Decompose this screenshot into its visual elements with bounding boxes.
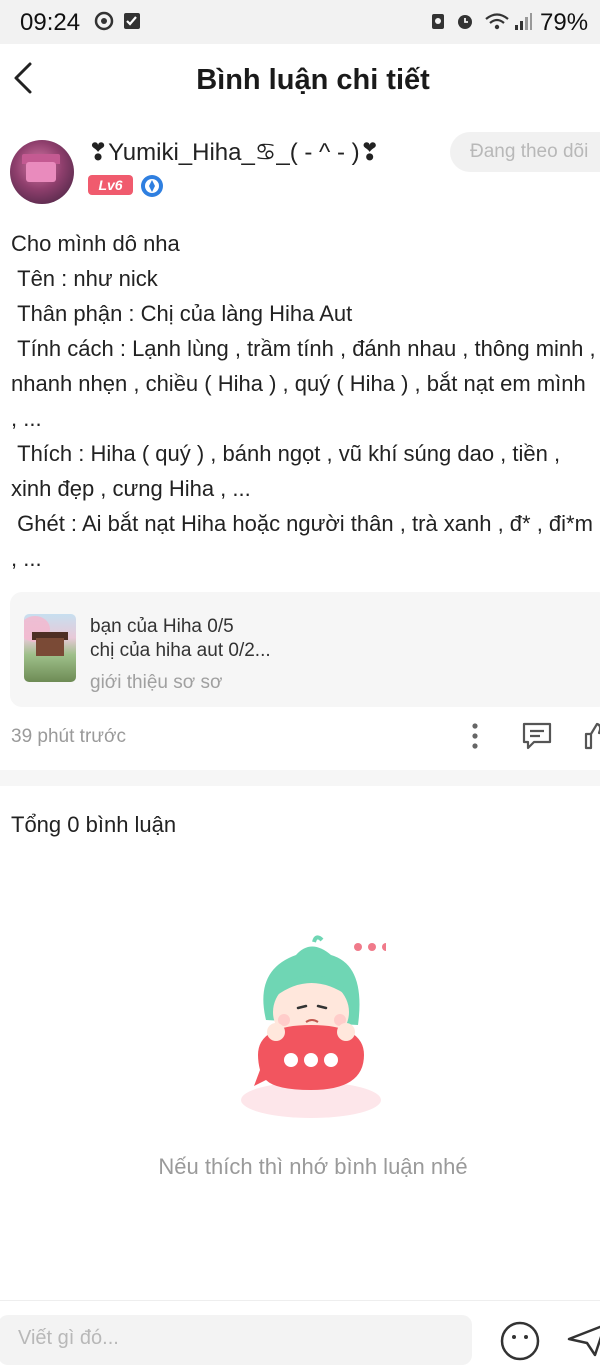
card-title-line1: bạn của Hiha 0/5	[90, 616, 234, 637]
thumbnail-pagoda	[36, 638, 64, 656]
comment-composer-bar: Viết gì đó...	[0, 1300, 600, 1365]
level-badge: Lv6	[88, 175, 133, 195]
author-username[interactable]: ❣Yumiki_Hiha_♋_( - ^ - )❣	[88, 138, 380, 167]
avatar-house	[26, 162, 56, 182]
comment-input[interactable]: Viết gì đó...	[0, 1315, 472, 1365]
comment-count: Tổng 0 bình luận	[11, 812, 177, 837]
signal-icon	[515, 13, 532, 30]
status-bar: 09:24 79%	[0, 0, 600, 44]
like-thumb-icon[interactable]	[582, 720, 600, 752]
checkbox-notification-icon	[124, 13, 140, 29]
post-timestamp: 39 phút trước	[11, 726, 126, 747]
more-options-icon[interactable]	[462, 722, 488, 750]
status-time: 09:24	[20, 9, 81, 36]
card-subtitle: giới thiệu sơ sơ	[90, 672, 223, 693]
battery-percent: 79%	[540, 9, 589, 36]
comment-icon[interactable]	[520, 720, 554, 752]
empty-comments-mascot-illustration	[241, 935, 386, 1118]
avatar[interactable]	[10, 140, 74, 204]
chrome-icon	[94, 11, 114, 31]
page-title: Bình luận chi tiết	[196, 64, 430, 96]
card-title-line2: chị của hiha aut 0/2...	[90, 640, 271, 661]
app-header: Bình luận chi tiết	[0, 44, 600, 116]
wifi-icon	[485, 13, 509, 30]
linked-story-card[interactable]: bạn của Hiha 0/5 chị của hiha aut 0/2...…	[10, 592, 600, 707]
empty-comments-text: Nếu thích thì nhớ bình luận nhé	[158, 1154, 468, 1179]
lock-sync-icon	[432, 14, 444, 29]
alarm-icon	[458, 15, 472, 29]
section-divider	[0, 770, 600, 786]
post-content: Cho mình dô nha Tên : như nick Thân phận…	[11, 231, 596, 571]
send-icon[interactable]	[565, 1321, 600, 1357]
following-button[interactable]: Đang theo dõi	[450, 132, 600, 172]
emoji-icon[interactable]	[498, 1319, 542, 1363]
story-thumbnail	[24, 614, 76, 682]
verified-badge-icon	[141, 175, 163, 197]
